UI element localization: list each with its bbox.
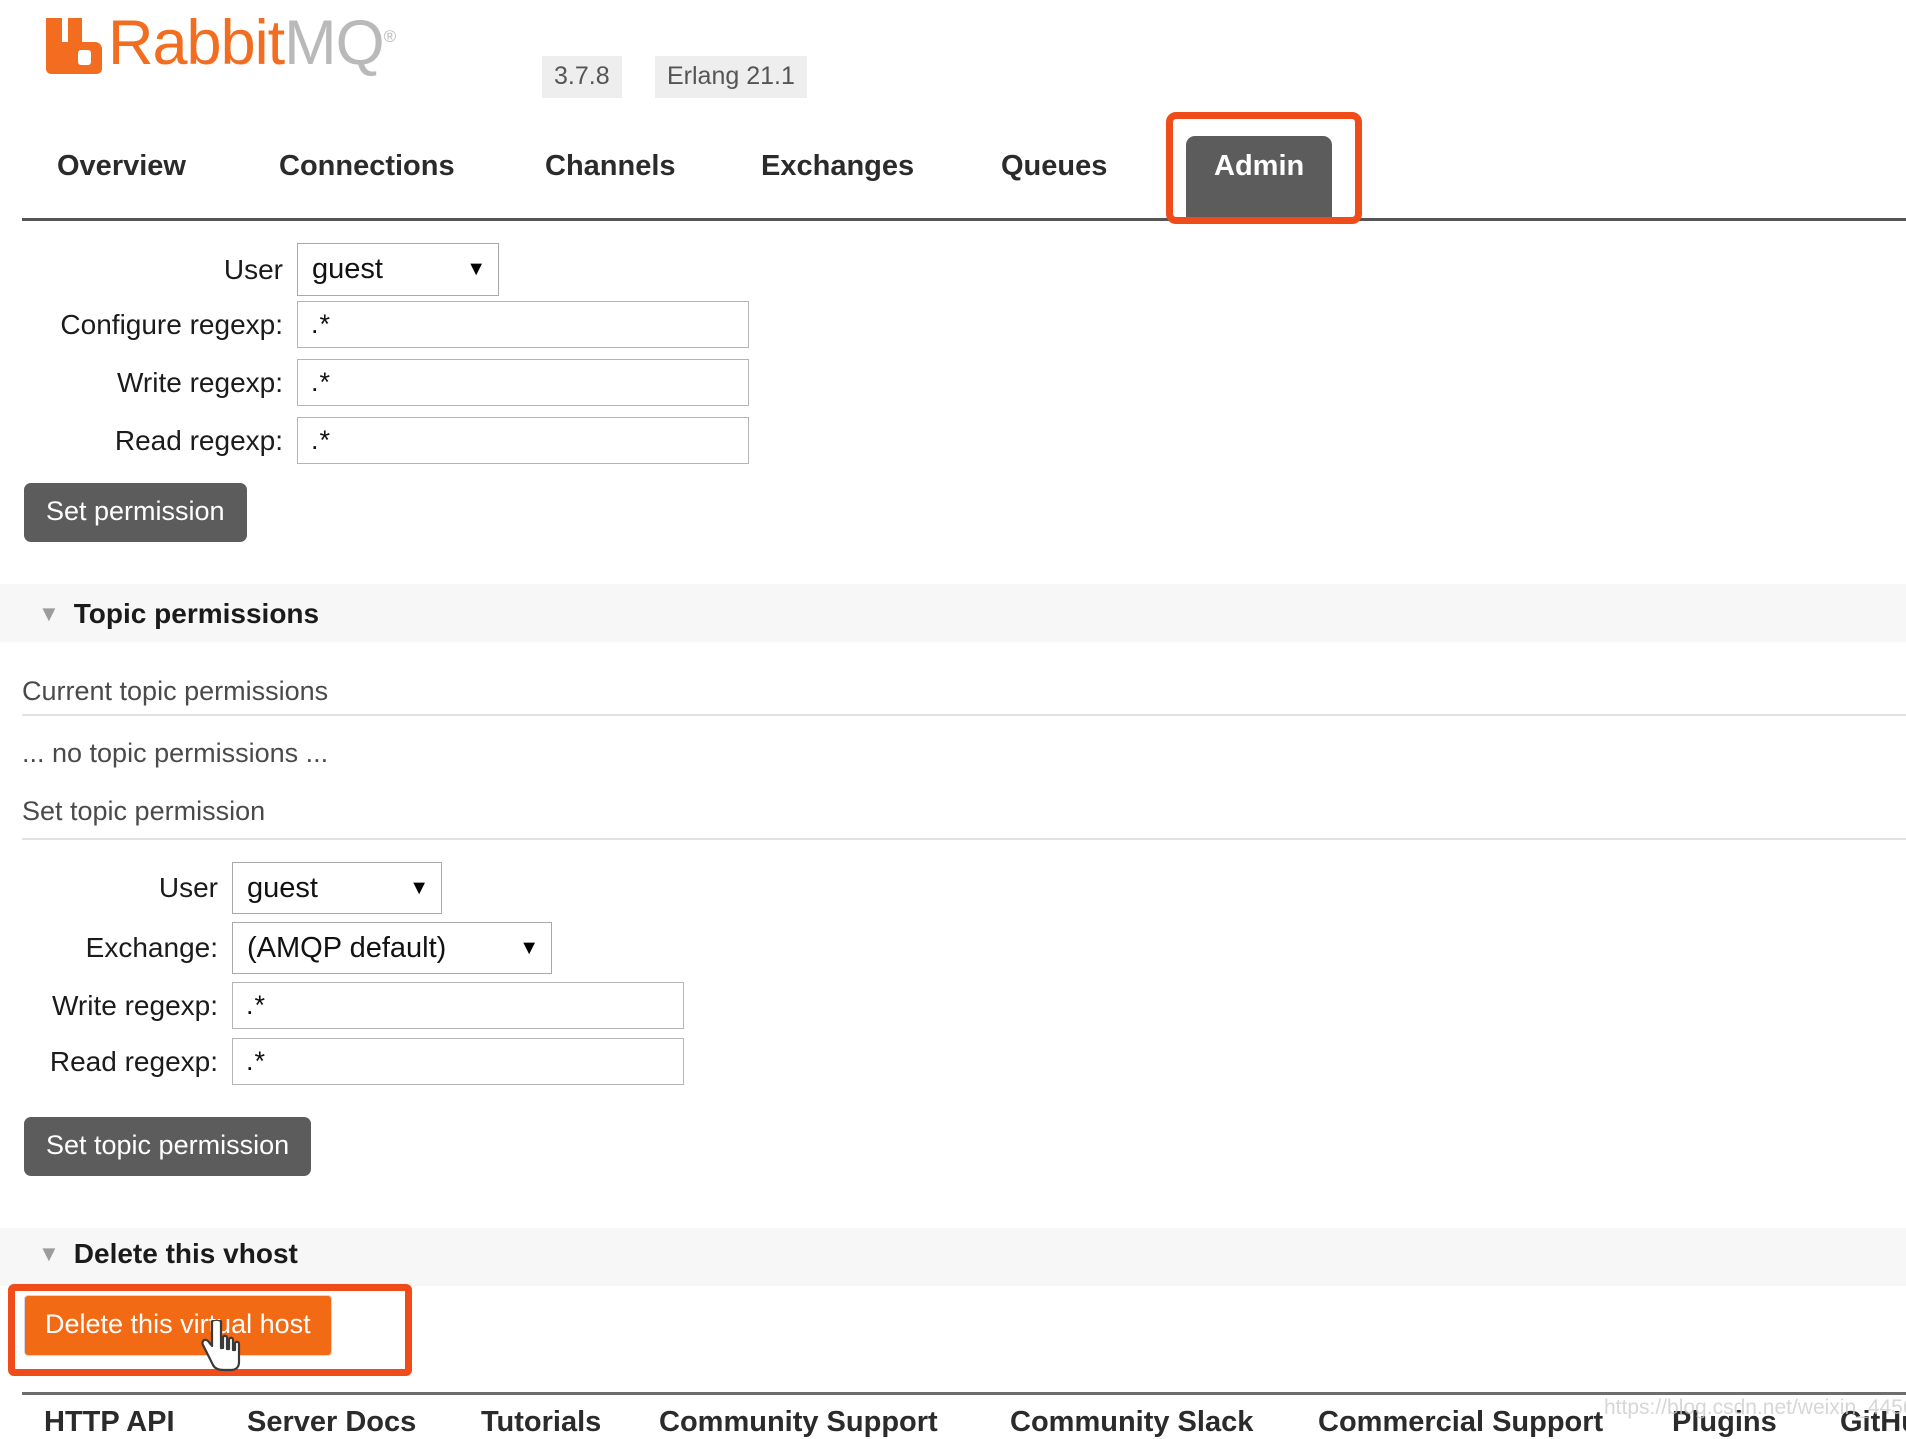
read-regexp-label: Read regexp: xyxy=(114,424,283,456)
triangle-down-icon[interactable]: ▼ xyxy=(38,1241,60,1267)
version-badge: 3.7.8 xyxy=(542,56,622,98)
set-permission-button[interactable]: Set permission xyxy=(24,483,247,542)
configure-regexp-input[interactable]: .* xyxy=(297,301,749,348)
nav-tab-overview[interactable]: Overview xyxy=(57,136,186,183)
nav-tab-queues[interactable]: Queues xyxy=(1001,136,1107,183)
chevron-down-icon: ▼ xyxy=(466,258,486,280)
footer-divider xyxy=(22,1392,1906,1395)
nav-tab-exchanges[interactable]: Exchanges xyxy=(761,136,914,183)
topic-user-row: User guest ▼ xyxy=(0,862,442,914)
read-regexp-value: .* xyxy=(311,425,332,455)
current-topic-permissions-label: Current topic permissions xyxy=(22,676,329,706)
topic-write-regexp-label: Write regexp: xyxy=(52,989,218,1021)
delete-vhost-title: Delete this vhost xyxy=(73,1238,298,1269)
footer-link-commercial-support[interactable]: Commercial Support xyxy=(1318,1406,1603,1439)
write-regexp-label: Write regexp: xyxy=(117,366,283,398)
permissions-user-value: guest xyxy=(312,253,383,285)
topic-user-value: guest xyxy=(247,871,318,904)
topic-write-regexp-row: Write regexp: .* xyxy=(0,982,684,1029)
main-navigation: Overview Connections Channels Exchanges … xyxy=(0,136,1906,218)
logo-wordmark: RabbitMQ® xyxy=(108,6,396,75)
read-regexp-row: Read regexp: .* xyxy=(0,417,749,464)
write-regexp-value: .* xyxy=(311,367,332,397)
footer-link-tutorials[interactable]: Tutorials xyxy=(481,1406,601,1439)
topic-write-regexp-value: .* xyxy=(246,990,267,1020)
footer-link-http-api[interactable]: HTTP API xyxy=(44,1406,175,1439)
footer-link-plugins[interactable]: Plugins xyxy=(1672,1406,1777,1439)
topic-exchange-label: Exchange: xyxy=(85,932,218,963)
nav-tab-connections[interactable]: Connections xyxy=(279,136,455,183)
page-footer: HTTP API Server Docs Tutorials Community… xyxy=(0,1400,1906,1438)
topic-user-select[interactable]: guest ▼ xyxy=(232,862,442,914)
rabbitmq-logo[interactable]: RabbitMQ® xyxy=(46,6,396,75)
permissions-user-row: User guest ▼ xyxy=(0,243,499,296)
nav-divider xyxy=(22,218,1906,221)
logo-word-mq: MQ xyxy=(284,8,384,78)
configure-regexp-value: .* xyxy=(311,309,332,339)
write-regexp-input[interactable]: .* xyxy=(297,359,749,406)
topic-user-label: User xyxy=(158,872,218,903)
logo-word-rabbit: Rabbit xyxy=(108,8,285,78)
footer-link-github[interactable]: GitHub xyxy=(1840,1406,1906,1439)
chevron-down-icon: ▼ xyxy=(519,936,539,959)
set-topic-permission-divider xyxy=(22,838,1906,840)
no-topic-permissions-text: ... no topic permissions ... xyxy=(22,738,329,768)
configure-regexp-row: Configure regexp: .* xyxy=(0,301,749,348)
topic-permissions-header[interactable]: ▼ Topic permissions xyxy=(38,598,319,630)
topic-read-regexp-value: .* xyxy=(246,1046,267,1076)
topic-read-regexp-row: Read regexp: .* xyxy=(0,1038,684,1085)
nav-tab-admin[interactable]: Admin xyxy=(1186,136,1333,218)
topic-exchange-value: (AMQP default) xyxy=(247,931,447,964)
footer-link-community-support[interactable]: Community Support xyxy=(659,1406,938,1439)
permissions-user-label: User xyxy=(223,253,283,285)
set-topic-permission-button[interactable]: Set topic permission xyxy=(24,1117,312,1176)
write-regexp-row: Write regexp: .* xyxy=(0,359,749,406)
configure-regexp-label: Configure regexp: xyxy=(60,308,283,340)
triangle-down-icon[interactable]: ▼ xyxy=(38,601,60,627)
chevron-down-icon: ▼ xyxy=(409,876,429,899)
page-header: RabbitMQ® 3.7.8 Erlang 21.1 xyxy=(0,0,1906,118)
permissions-user-select[interactable]: guest ▼ xyxy=(297,243,499,296)
rabbitmq-logo-icon xyxy=(46,12,104,74)
set-topic-permission-label: Set topic permission xyxy=(22,796,266,826)
topic-exchange-select[interactable]: (AMQP default) ▼ xyxy=(232,922,552,974)
footer-link-community-slack[interactable]: Community Slack xyxy=(1010,1406,1253,1439)
nav-tab-channels[interactable]: Channels xyxy=(545,136,676,183)
erlang-version-badge: Erlang 21.1 xyxy=(655,56,807,98)
topic-read-regexp-label: Read regexp: xyxy=(49,1045,218,1077)
delete-virtual-host-button[interactable]: Delete this virtual host xyxy=(24,1295,332,1356)
current-topic-permissions-divider xyxy=(22,714,1906,716)
topic-write-regexp-input[interactable]: .* xyxy=(232,982,684,1029)
footer-link-server-docs[interactable]: Server Docs xyxy=(247,1406,416,1439)
logo-trademark: ® xyxy=(383,27,396,46)
topic-permissions-title: Topic permissions xyxy=(73,598,320,629)
delete-vhost-header[interactable]: ▼ Delete this vhost xyxy=(38,1238,298,1270)
read-regexp-input[interactable]: .* xyxy=(297,417,749,464)
topic-read-regexp-input[interactable]: .* xyxy=(232,1038,684,1085)
topic-exchange-row: Exchange: (AMQP default) ▼ xyxy=(0,922,552,974)
